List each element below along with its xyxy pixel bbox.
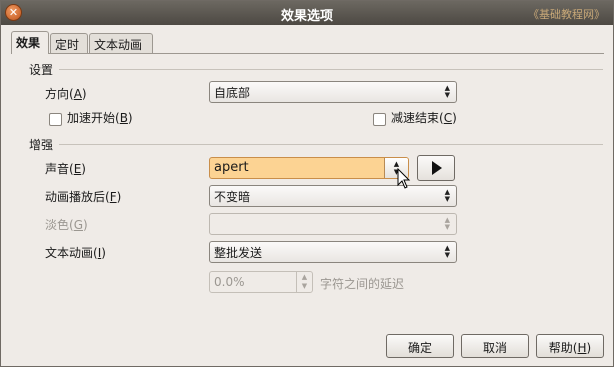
delay-stepper[interactable]: ▲ ▼ [296, 272, 312, 292]
dim-color-combo[interactable]: ▲ ▼ [209, 213, 457, 235]
updown-arrows-icon: ▲ ▼ [444, 84, 450, 99]
delay-suffix-label: 字符之间的延迟 [320, 277, 405, 291]
direction-value: 自底部 [214, 86, 251, 100]
mouse-pointer-icon [397, 168, 411, 189]
play-icon [432, 161, 442, 175]
cancel-button[interactable]: 取消 [461, 334, 529, 358]
text-animation-label: 文本动画(I) [45, 246, 106, 260]
dim-color-label: 淡色(G) [45, 218, 88, 232]
help-button[interactable]: 帮助(H) [536, 334, 604, 358]
play-sound-button[interactable] [417, 155, 455, 181]
delay-spinbox[interactable]: 0.0% ▲ ▼ [209, 271, 313, 293]
accelerate-checkbox[interactable] [49, 113, 62, 126]
tab-timing[interactable]: 定时 [50, 33, 88, 53]
decelerate-checkbox[interactable] [373, 113, 386, 126]
settings-divider [59, 69, 603, 70]
after-animation-value: 不变暗 [214, 190, 251, 204]
enhance-section-label: 增强 [29, 138, 54, 152]
accelerate-label: 加速开始(B) [67, 111, 133, 125]
tab-effect[interactable]: 效果 [11, 31, 49, 54]
effect-options-dialog: ✕ 效果选项 《基础教程网》 效果 定时 文本动画 设置 方向(A) 自底部 ▲… [0, 0, 614, 367]
updown-arrows-icon: ▲ ▼ [444, 216, 450, 231]
sound-value: apert [214, 160, 249, 175]
decelerate-label: 减速结束(C) [391, 111, 457, 125]
after-animation-label: 动画播放后(F) [45, 190, 122, 204]
watermark-text: 《基础教程网》 [528, 8, 605, 21]
tab-text-animation[interactable]: 文本动画 [89, 33, 153, 53]
settings-section-label: 设置 [29, 63, 54, 77]
after-animation-combo[interactable]: 不变暗 ▲ ▼ [209, 185, 457, 207]
sound-combo[interactable]: apert ▲ ▼ [209, 157, 409, 179]
title-bar: ✕ 效果选项 《基础教程网》 [1, 1, 613, 25]
text-animation-combo[interactable]: 整批发送 ▲ ▼ [209, 241, 457, 263]
updown-arrows-icon: ▲ ▼ [444, 188, 450, 203]
enhance-divider [59, 144, 603, 145]
text-animation-value: 整批发送 [214, 246, 263, 260]
ok-button[interactable]: 确定 [386, 334, 454, 358]
window-title: 效果选项 [280, 9, 333, 24]
direction-label: 方向(A) [45, 87, 87, 101]
sound-label: 声音(E) [45, 162, 86, 176]
updown-arrows-icon: ▲ ▼ [444, 244, 450, 259]
direction-combo[interactable]: 自底部 ▲ ▼ [209, 81, 457, 103]
delay-value: 0.0% [214, 275, 245, 289]
